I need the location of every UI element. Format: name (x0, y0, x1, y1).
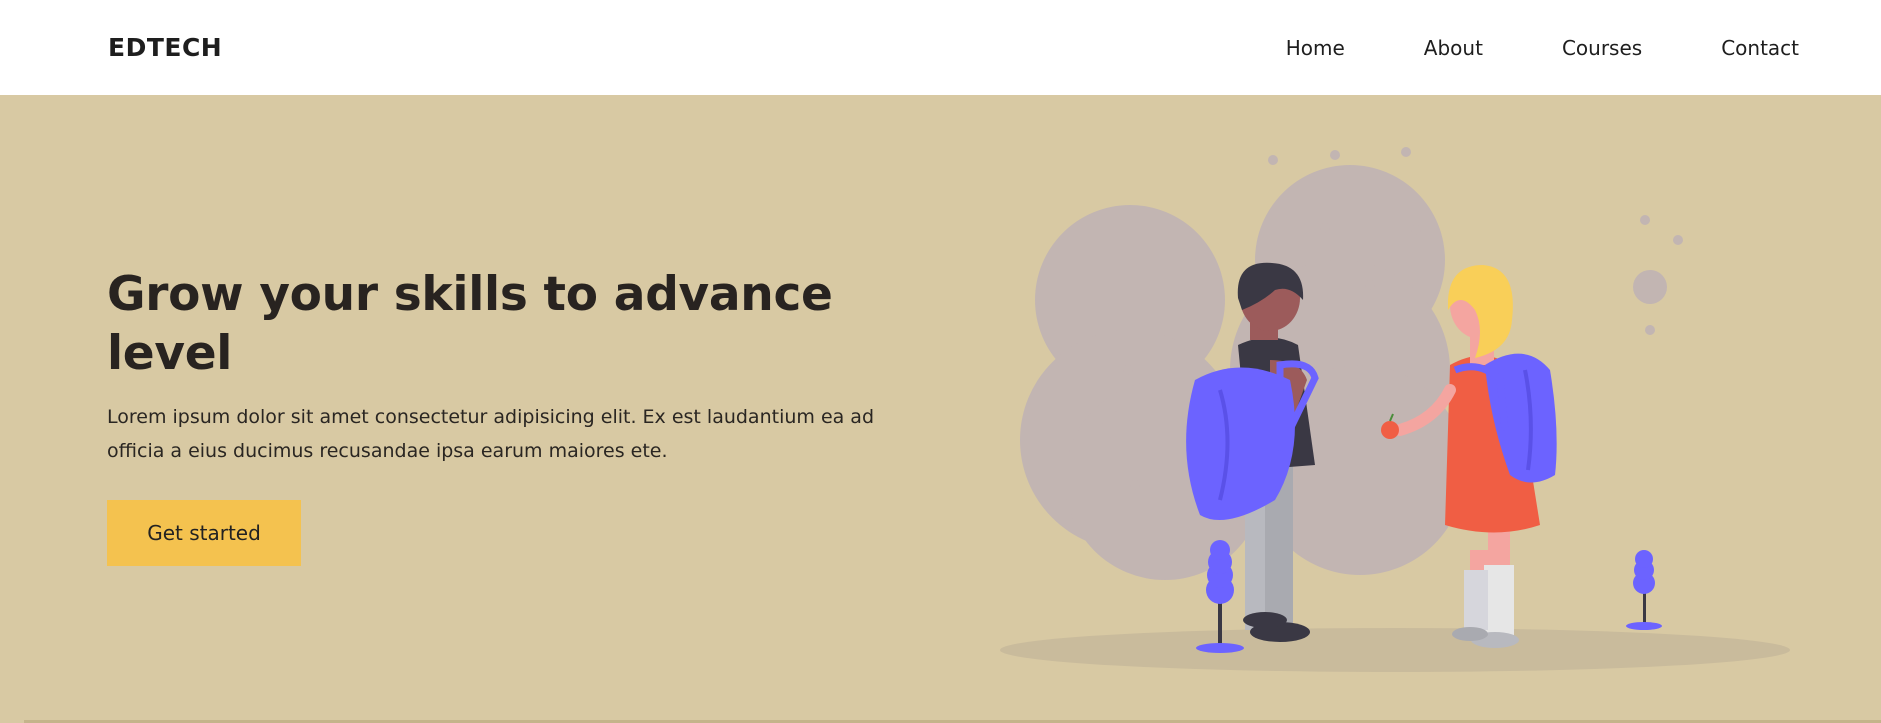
hero-description: Lorem ipsum dolor sit amet consectetur a… (107, 406, 875, 462)
get-started-button[interactable]: Get started (107, 500, 301, 566)
nav-link-courses[interactable]: Courses (1562, 36, 1642, 60)
students-illustration (1000, 147, 1790, 672)
nav-link-home[interactable]: Home (1286, 36, 1345, 60)
navbar: EDTECH Home About Courses Contact (0, 0, 1881, 95)
brand-logo[interactable]: EDTECH (108, 33, 222, 62)
nav-links: Home About Courses Contact (1207, 36, 1799, 60)
nav-link-about[interactable]: About (1424, 36, 1483, 60)
hero-title: Grow your skills to advance level (107, 267, 833, 381)
nav-link-contact[interactable]: Contact (1721, 36, 1799, 60)
